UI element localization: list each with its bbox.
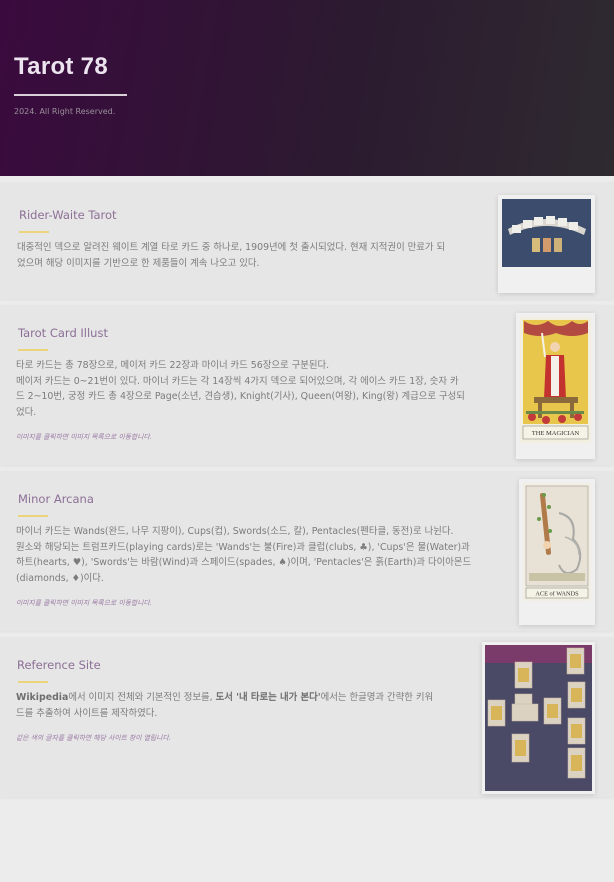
wikipedia-link[interactable]: Wikipedia xyxy=(16,692,68,703)
site-header: Tarot 78 2024. All Right Reserved. xyxy=(0,0,614,176)
rider-waite-deck-photo xyxy=(502,199,591,267)
text-line: 원소와 해당되는 트럼프카드(playing cards)로는 'Wands'는… xyxy=(16,541,470,553)
card-description: 대중적인 덱으로 알려진 웨이트 계열 타로 카드 중 하나로, 1909년에 … xyxy=(17,240,445,271)
card-list: Rider-Waite Tarot 대중적인 덱으로 알려진 웨이트 계열 타로… xyxy=(0,176,614,797)
book-link[interactable]: 도서 '내 타로는 내가 본다' xyxy=(216,692,321,703)
brand-block: Tarot 78 2024. All Right Reserved. xyxy=(14,53,127,116)
text-line: 었다. xyxy=(16,406,37,418)
text-line: 대중적인 덱으로 알려진 웨이트 계열 타로 카드 중 하나로, 1909년에 … xyxy=(17,242,446,253)
site-title[interactable]: Tarot 78 xyxy=(14,53,127,81)
rider-waite-image[interactable] xyxy=(498,195,595,293)
card-body: Rider-Waite Tarot 대중적인 덱으로 알려진 웨이트 계열 타로… xyxy=(17,208,445,271)
text-line: 었으며 해당 이미지를 기반으로 한 제품들이 계속 나오고 있다. xyxy=(17,257,260,269)
text-line: 하트(hearts, ♥), 'Swords'는 바람(Wind)과 스페이드(… xyxy=(16,557,472,568)
ace-of-wands-card: ACE of WANDS xyxy=(523,483,591,601)
ace-of-wands-image[interactable]: ACE of WANDS xyxy=(519,479,595,625)
card-title: Minor Arcana xyxy=(18,492,94,506)
card-title-rule xyxy=(19,231,49,233)
tarot-spread-photo xyxy=(485,645,592,791)
card-title: Tarot Card Illust xyxy=(18,326,108,340)
card-tarot-illust: Tarot Card Illust 타로 카드는 총 78장으로, 메이저 카드… xyxy=(0,305,614,465)
title-underline xyxy=(14,94,127,96)
text-line: 타로 카드는 총 78장으로, 메이저 카드 22장과 마이너 카드 56장으로… xyxy=(16,360,330,371)
card-body: Reference Site Wikipedia에서 이미지 전체와 기본적인 … xyxy=(16,658,433,742)
text-fragment: 에서는 한글명과 간략한 키워 xyxy=(320,692,434,703)
tarot-spread-image[interactable] xyxy=(482,642,595,794)
copyright-text: 2024. All Right Reserved. xyxy=(14,107,116,116)
card-hint: 이미지를 클릭하면 이미지 목록으로 이동합니다. xyxy=(16,433,152,441)
card-rider-waite: Rider-Waite Tarot 대중적인 덱으로 알려진 웨이트 계열 타로… xyxy=(0,182,614,299)
text-line: 드 2~10번, 궁정 카드 총 4장으로 Page(소년, 견습생), Kni… xyxy=(16,391,465,402)
card-caption: ACE of WANDS xyxy=(535,591,579,598)
card-reference-site: Reference Site Wikipedia에서 이미지 전체와 기본적인 … xyxy=(0,637,614,797)
card-hint: 이미지를 클릭하면 이미지 목록으로 이동합니다. xyxy=(16,599,152,607)
card-caption: THE MAGICIAN xyxy=(532,430,580,437)
card-hint: 같은 색의 글자를 클릭하면 해당 사이트 창이 열립니다. xyxy=(16,734,171,742)
card-title: Rider-Waite Tarot xyxy=(19,208,117,222)
card-body: Tarot Card Illust 타로 카드는 총 78장으로, 메이저 카드… xyxy=(16,326,465,441)
card-minor-arcana: Minor Arcana 마이너 카드는 Wands(완드, 나무 지팡이), … xyxy=(0,471,614,631)
card-title-rule xyxy=(18,515,48,517)
text-line: 마이너 카드는 Wands(완드, 나무 지팡이), Cups(컵), Swor… xyxy=(16,526,454,537)
card-title-rule xyxy=(18,681,48,683)
card-description: Wikipedia에서 이미지 전체와 기본적인 정보를, 도서 '내 타로는 … xyxy=(16,690,433,721)
magician-card-image[interactable]: THE MAGICIAN xyxy=(516,313,595,459)
text-line: (diamonds, ♦)이다. xyxy=(16,572,104,584)
text-fragment: 에서 이미지 전체와 기본적인 정보를, xyxy=(68,692,216,703)
text-line: Wikipedia에서 이미지 전체와 기본적인 정보를, 도서 '내 타로는 … xyxy=(16,690,433,706)
card-body: Minor Arcana 마이너 카드는 Wands(완드, 나무 지팡이), … xyxy=(16,492,471,607)
card-title-rule xyxy=(18,349,48,351)
card-description: 마이너 카드는 Wands(완드, 나무 지팡이), Cups(컵), Swor… xyxy=(16,524,471,586)
the-magician-card: THE MAGICIAN xyxy=(520,317,591,443)
text-line: 메이저 카드는 0~21번이 있다. 마이너 카드는 각 14장씩 4가지 덱으… xyxy=(16,375,459,387)
text-line: 드를 추출하여 사이트를 제작하였다. xyxy=(16,707,158,719)
card-title: Reference Site xyxy=(17,658,101,672)
card-description: 타로 카드는 총 78장으로, 메이저 카드 22장과 마이너 카드 56장으로… xyxy=(16,358,465,420)
